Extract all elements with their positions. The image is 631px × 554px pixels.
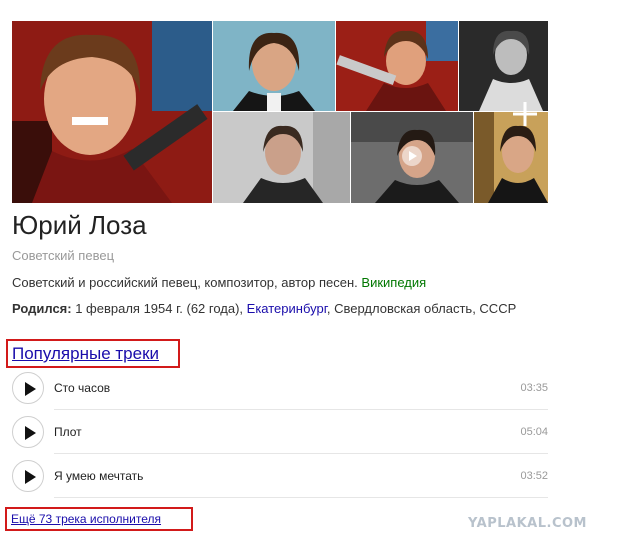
born-label: Родился: (12, 301, 72, 316)
play-button[interactable] (12, 416, 44, 448)
track-duration: 03:52 (520, 470, 548, 482)
entity-title: Юрий Лоза (12, 210, 147, 240)
photo-2[interactable] (213, 21, 335, 111)
play-button[interactable] (12, 372, 44, 404)
born-date: 1 февраля 1954 г. (62 года), (71, 301, 247, 316)
entity-description: Советский и российский певец, композитор… (12, 275, 426, 290)
watermark: YAPLAKAL.COM (468, 516, 587, 531)
born-city-link[interactable]: Екатеринбург (247, 301, 327, 316)
track-title[interactable]: Плот (54, 425, 82, 439)
born-region: , Свердловская область, СССР (326, 301, 517, 316)
track-duration: 05:04 (520, 426, 548, 438)
photo-gallery (12, 21, 548, 203)
photo-4[interactable] (459, 21, 548, 111)
more-tracks-link[interactable]: Ещё 73 трека исполнителя (11, 512, 161, 526)
play-button[interactable] (12, 460, 44, 492)
track-title[interactable]: Я умею мечтать (54, 469, 143, 483)
born-info: Родился: 1 февраля 1954 г. (62 года), Ек… (12, 301, 516, 316)
description-text: Советский и российский певец, композитор… (12, 275, 358, 290)
popular-tracks-heading[interactable]: Популярные треки (12, 344, 159, 364)
photo-3[interactable] (336, 21, 458, 111)
track-row[interactable]: Плот 05:04 (12, 410, 548, 454)
track-duration: 03:35 (520, 382, 548, 394)
wikipedia-link[interactable]: Википедия (361, 275, 426, 290)
photo-5[interactable] (213, 112, 350, 203)
track-row[interactable]: Сто часов 03:35 (12, 366, 548, 410)
photo-video[interactable] (351, 112, 473, 203)
track-row[interactable]: Я умею мечтать 03:52 (12, 454, 548, 498)
entity-subtitle: Советский певец (12, 248, 115, 263)
divider (54, 497, 548, 498)
main-photo[interactable] (12, 21, 212, 203)
plus-icon[interactable] (510, 99, 540, 129)
track-title[interactable]: Сто часов (54, 381, 110, 395)
